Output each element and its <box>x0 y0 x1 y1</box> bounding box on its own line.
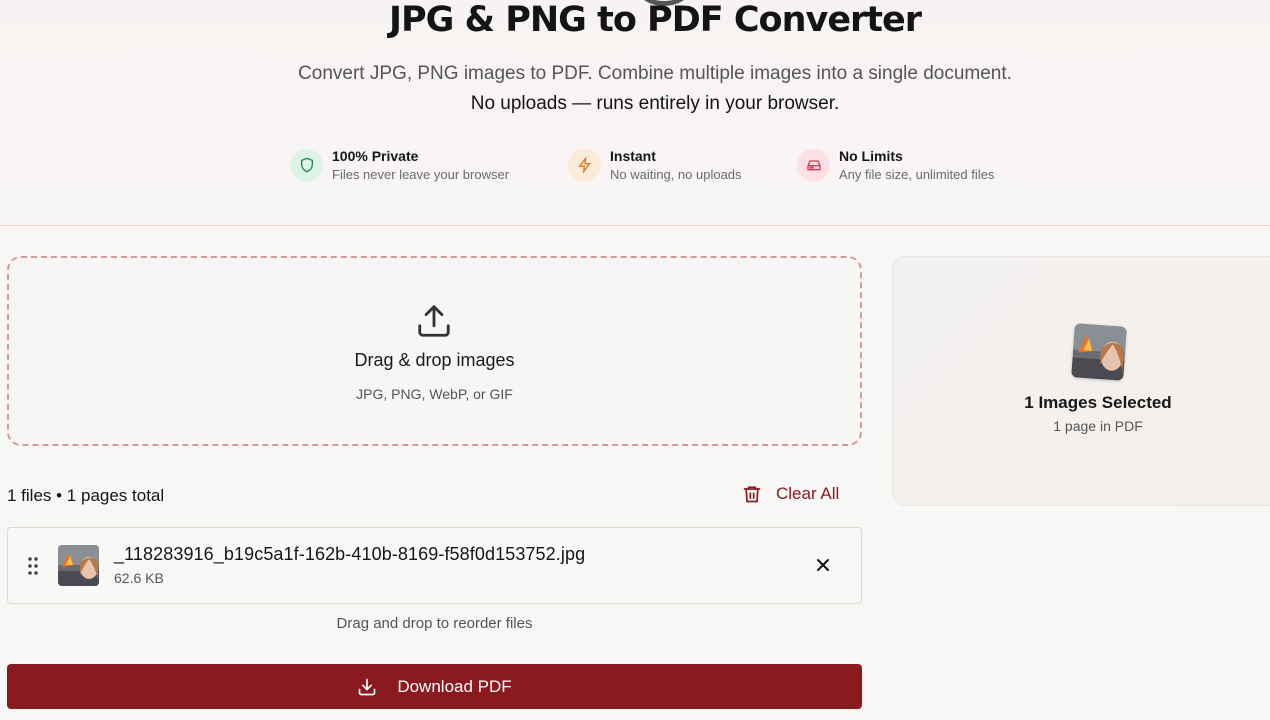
trash-icon <box>743 486 761 503</box>
page-title: JPG & PNG to PDF Converter <box>388 0 922 40</box>
clear-all-button[interactable]: Clear All <box>742 484 839 504</box>
download-label: Download PDF <box>397 676 512 696</box>
selection-summary-panel: 1 Images Selected 1 page in PDF <box>892 256 1270 506</box>
page-subtitle-emphasis: No uploads — runs entirely in your brows… <box>470 93 840 114</box>
reorder-hint: Drag and drop to reorder files <box>336 615 533 632</box>
file-size: 62.6 KB <box>114 570 164 586</box>
dropzone-title: Drag & drop images <box>354 350 515 370</box>
download-pdf-button[interactable]: Download PDF <box>7 664 862 709</box>
feature-title: Instant <box>610 148 656 164</box>
bolt-icon <box>568 148 601 182</box>
file-thumbnail <box>58 545 99 586</box>
selection-title: 1 Images Selected <box>1024 393 1172 412</box>
feature-title: No Limits <box>839 148 903 164</box>
upload-icon <box>415 302 453 344</box>
feature-instant: Instant No waiting, no uploads <box>568 148 742 182</box>
drag-handle-icon[interactable] <box>27 556 39 580</box>
feature-desc: Files never leave your browser <box>332 167 510 182</box>
shield-icon <box>290 148 323 182</box>
file-name: _118283916_b19c5a1f-162b-410b-8169-f58f0… <box>114 544 586 564</box>
page-subtitle: Convert JPG, PNG images to PDF. Combine … <box>298 63 1012 84</box>
feature-private: 100% Private Files never leave your brow… <box>290 148 509 182</box>
hero-section: JPG & PNG to PDF Converter Convert JPG, … <box>0 0 1270 226</box>
file-list-item[interactable]: _118283916_b19c5a1f-162b-410b-8169-f58f0… <box>7 527 862 604</box>
selected-image-thumbnail <box>1071 323 1127 381</box>
feature-desc: Any file size, unlimited files <box>839 167 995 182</box>
remove-file-button[interactable] <box>813 555 833 579</box>
dropzone-formats: JPG, PNG, WebP, or GIF <box>356 386 513 402</box>
image-dropzone[interactable]: Drag & drop images JPG, PNG, WebP, or GI… <box>7 256 862 446</box>
clear-all-label: Clear All <box>776 484 840 503</box>
feature-title: 100% Private <box>332 148 419 164</box>
drive-icon <box>797 148 830 182</box>
selection-subtitle: 1 page in PDF <box>1053 418 1143 434</box>
close-icon <box>817 559 829 571</box>
feature-desc: No waiting, no uploads <box>610 167 742 182</box>
feature-no-limits: No Limits Any file size, unlimited files <box>797 148 994 182</box>
download-icon <box>358 678 376 695</box>
file-count-summary: 1 files • 1 pages total <box>7 486 165 505</box>
